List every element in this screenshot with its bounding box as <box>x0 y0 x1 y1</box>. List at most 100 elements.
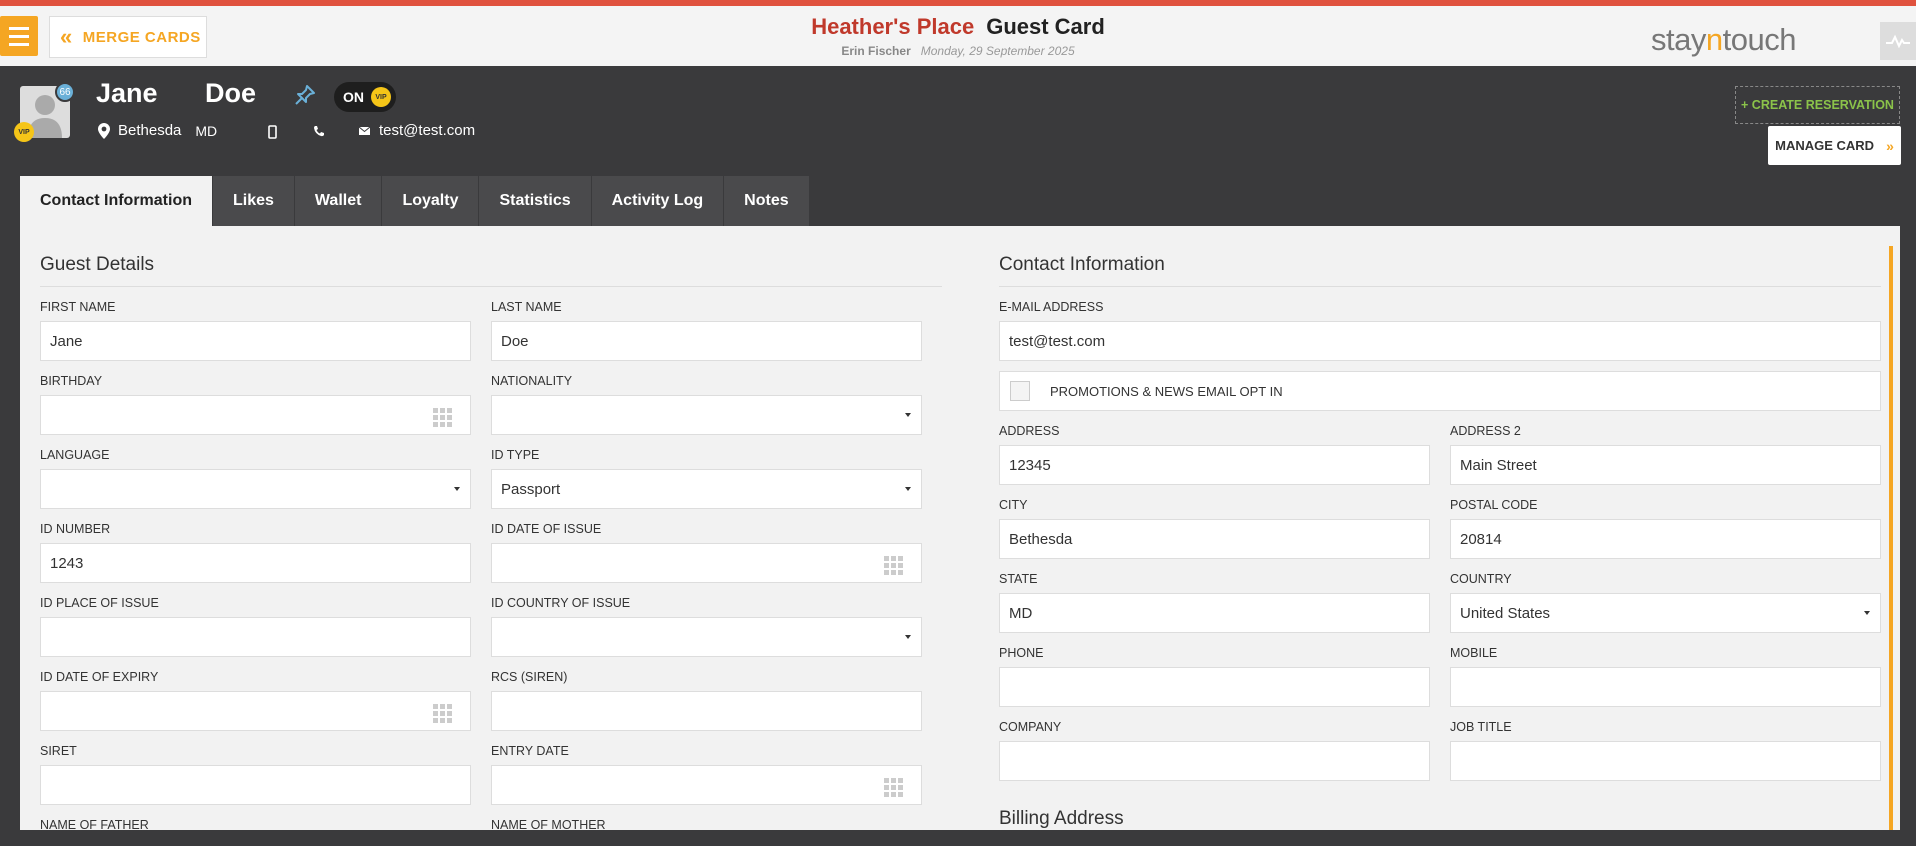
tab-bar: Contact Information Likes Wallet Loyalty… <box>20 176 810 226</box>
last-name-label: LAST NAME <box>491 300 562 314</box>
caret-down-icon <box>454 487 460 491</box>
tab-notes[interactable]: Notes <box>724 176 810 226</box>
activity-button[interactable] <box>1880 22 1916 60</box>
email-opt-in-row[interactable]: PROMOTIONS & NEWS EMAIL OPT IN <box>999 371 1881 411</box>
address2-input[interactable]: Main Street <box>1450 445 1881 485</box>
divider <box>40 286 942 287</box>
tab-activity-log[interactable]: Activity Log <box>591 176 725 226</box>
billing-address-title: Billing Address <box>999 808 1124 829</box>
tab-loyalty[interactable]: Loyalty <box>382 176 480 226</box>
phone-label: PHONE <box>999 646 1044 660</box>
id-country-issue-label: ID COUNTRY OF ISSUE <box>491 596 631 610</box>
company-label: COMPANY <box>999 720 1062 734</box>
id-date-issue-label: ID DATE OF ISSUE <box>491 522 602 536</box>
country-label: COUNTRY <box>1450 572 1512 586</box>
id-date-expiry-input[interactable] <box>40 691 471 731</box>
contact-information-panel: Guest Details FIRST NAME Jane LAST NAME … <box>20 226 1900 830</box>
envelope-icon <box>359 126 370 135</box>
vip-badge: VIP <box>14 122 34 142</box>
father-name-label: NAME OF FATHER <box>40 818 149 830</box>
language-label: LANGUAGE <box>40 448 110 462</box>
mobile-label: MOBILE <box>1450 646 1498 660</box>
address-input[interactable]: 12345 <box>999 445 1430 485</box>
address2-label: ADDRESS 2 <box>1450 424 1521 438</box>
calendar-icon <box>433 704 452 723</box>
phone-input[interactable] <box>999 667 1430 707</box>
city-label: CITY <box>999 498 1028 512</box>
entry-date-input[interactable] <box>491 765 922 805</box>
first-name-label: FIRST NAME <box>40 300 116 314</box>
id-number-input[interactable]: 1243 <box>40 543 471 583</box>
nationality-label: NATIONALITY <box>491 374 573 388</box>
create-reservation-button[interactable]: + CREATE RESERVATION <box>1735 86 1900 124</box>
manage-card-button[interactable]: MANAGE CARD » <box>1768 126 1901 165</box>
country-value: United States <box>1460 604 1551 622</box>
nationality-select[interactable] <box>491 395 922 435</box>
mobile-icon[interactable] <box>268 125 277 139</box>
divider <box>999 286 1881 287</box>
postal-code-label: POSTAL CODE <box>1450 498 1538 512</box>
birthday-label: BIRTHDAY <box>40 374 103 388</box>
mobile-input[interactable] <box>1450 667 1881 707</box>
id-type-label: ID TYPE <box>491 448 540 462</box>
tab-contact-information[interactable]: Contact Information <box>20 176 213 226</box>
tab-likes[interactable]: Likes <box>213 176 295 226</box>
id-type-select[interactable]: Passport <box>491 469 922 509</box>
siret-input[interactable] <box>40 765 471 805</box>
entry-date-label: ENTRY DATE <box>491 744 569 758</box>
contact-information-title: Contact Information <box>999 254 1165 275</box>
tab-wallet[interactable]: Wallet <box>294 176 383 226</box>
location: Bethesda MD <box>98 122 217 139</box>
stayntouch-logo: stayntouch <box>1651 22 1796 57</box>
state-input[interactable]: MD <box>999 593 1430 633</box>
address-label: ADDRESS <box>999 424 1060 438</box>
pin-icon[interactable] <box>294 84 316 111</box>
vip-toggle[interactable]: ON VIP <box>334 82 396 112</box>
header-state: MD <box>195 122 218 139</box>
id-place-issue-input[interactable] <box>40 617 471 657</box>
id-country-issue-select[interactable] <box>491 617 922 657</box>
page-subtitle: Erin Fischer Monday, 29 September 2025 <box>0 44 1916 58</box>
scrollbar[interactable] <box>1889 246 1893 830</box>
email-input[interactable]: test@test.com <box>999 321 1881 361</box>
calendar-icon <box>884 556 903 575</box>
business-date: Monday, 29 September 2025 <box>920 44 1075 58</box>
city-input[interactable]: Bethesda <box>999 519 1430 559</box>
rcs-label: RCS (SIREN) <box>491 670 568 684</box>
id-place-issue-label: ID PLACE OF ISSUE <box>40 596 159 610</box>
job-title-label: JOB TITLE <box>1450 720 1512 734</box>
pulse-icon <box>1886 34 1910 48</box>
country-select[interactable]: United States <box>1450 593 1881 633</box>
id-number-label: ID NUMBER <box>40 522 111 536</box>
guest-first-name: Jane <box>96 78 158 108</box>
guest-last-name: Doe <box>205 78 257 108</box>
birthday-input[interactable] <box>40 395 471 435</box>
user-name: Erin Fischer <box>841 44 911 58</box>
top-bar: « MERGE CARDS Heather's Place Guest Card … <box>0 0 1916 66</box>
state-label: STATE <box>999 572 1038 586</box>
company-input[interactable] <box>999 741 1430 781</box>
email[interactable]: test@test.com <box>359 122 475 139</box>
caret-down-icon <box>905 635 911 639</box>
email-opt-in-checkbox[interactable] <box>1010 381 1030 401</box>
header-city: Bethesda <box>118 122 182 139</box>
caret-down-icon <box>1864 611 1870 615</box>
email-label: E-MAIL ADDRESS <box>999 300 1104 314</box>
id-date-issue-input[interactable] <box>491 543 922 583</box>
guest-details-title: Guest Details <box>40 254 155 275</box>
calendar-icon <box>884 778 903 797</box>
phone-icon[interactable] <box>313 125 325 137</box>
vip-toggle-label: ON <box>343 89 364 105</box>
postal-code-input[interactable]: 20814 <box>1450 519 1881 559</box>
location-pin-icon <box>98 122 110 139</box>
first-name-input[interactable]: Jane <box>40 321 471 361</box>
id-date-expiry-label: ID DATE OF EXPIRY <box>40 670 159 684</box>
tab-statistics[interactable]: Statistics <box>479 176 592 226</box>
last-name-input[interactable]: Doe <box>491 321 922 361</box>
job-title-input[interactable] <box>1450 741 1881 781</box>
language-select[interactable] <box>40 469 471 509</box>
stay-count-badge: 66 <box>55 82 75 102</box>
id-type-value: Passport <box>501 480 561 498</box>
rcs-input[interactable] <box>491 691 922 731</box>
manage-card-label: MANAGE CARD <box>1775 138 1875 153</box>
